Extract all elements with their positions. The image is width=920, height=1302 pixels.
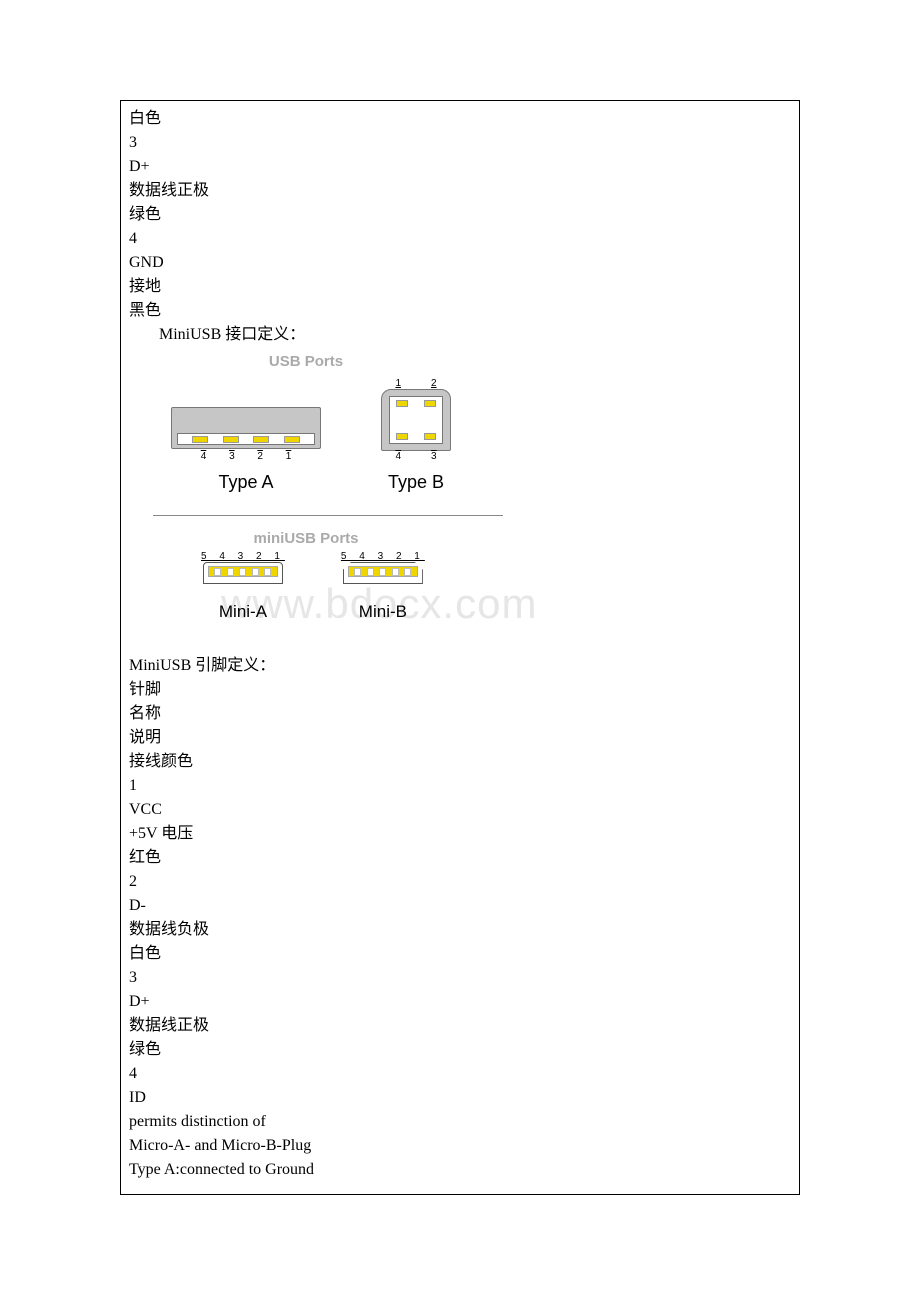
- text-line: D-: [129, 894, 791, 918]
- divider: [153, 515, 503, 516]
- text-line: 红色: [129, 846, 791, 870]
- text-line: permits distinction of: [129, 1110, 791, 1134]
- type-b-label: Type B: [388, 472, 444, 493]
- type-a-connector-icon: [171, 407, 321, 449]
- text-line: 白色: [129, 107, 791, 131]
- type-a-label: Type A: [218, 472, 273, 493]
- type-b-bottom-pin-numbers: 4 3: [395, 451, 436, 462]
- pin-number: 3: [431, 451, 437, 462]
- type-a-pin-numbers: 4 3 2 1: [178, 451, 314, 462]
- usb-type-a: 4 3 2 1 Type A: [171, 407, 321, 493]
- contact-pin-icon: [264, 568, 271, 576]
- text-line: GND: [129, 251, 791, 275]
- mini-a-connector-icon: [203, 562, 283, 584]
- section-heading: MiniUSB 引脚定义：: [129, 654, 791, 678]
- mini-b-label: Mini-B: [359, 602, 407, 622]
- contact-pin-icon: [227, 568, 234, 576]
- text-line: 接地: [129, 275, 791, 299]
- text-line: Micro-A- and Micro-B-Plug: [129, 1134, 791, 1158]
- text-line: VCC: [129, 798, 791, 822]
- contact-pin-icon: [392, 568, 399, 576]
- text-line: 接线颜色: [129, 750, 791, 774]
- type-b-top-pin-numbers: 1 2: [395, 378, 436, 389]
- usb-ports-heading: USB Ports: [141, 353, 471, 370]
- contact-pin-icon: [396, 433, 408, 440]
- contact-pin-icon: [367, 568, 374, 576]
- pin-number: 4: [395, 451, 401, 462]
- pin-number: 1: [395, 378, 401, 389]
- mini-b-connector-icon: [343, 562, 423, 584]
- text-line: 名称: [129, 702, 791, 726]
- text-line: 数据线负极: [129, 918, 791, 942]
- text-line: D+: [129, 990, 791, 1014]
- text-line: 针脚: [129, 678, 791, 702]
- contact-pin-icon: [379, 568, 386, 576]
- text-line: 3: [129, 966, 791, 990]
- text-line: 数据线正极: [129, 1014, 791, 1038]
- mini-usb-a: 5 4 3 2 1 Mini-A: [201, 551, 285, 622]
- text-line: 2: [129, 870, 791, 894]
- contact-pin-icon: [404, 568, 411, 576]
- miniusb-ports-heading: miniUSB Ports: [141, 530, 471, 547]
- text-line: 3: [129, 131, 791, 155]
- text-line: +5V 电压: [129, 822, 791, 846]
- pin-number: 4: [201, 451, 207, 462]
- contact-pin-icon: [252, 568, 259, 576]
- mini-usb-b: 5 4 3 2 1 Mini-B: [341, 551, 425, 622]
- text-line: 4: [129, 227, 791, 251]
- type-b-connector-icon: [381, 389, 451, 451]
- text-line: 1: [129, 774, 791, 798]
- text-line: 说明: [129, 726, 791, 750]
- contact-pin-icon: [192, 436, 208, 443]
- contact-pin-icon: [396, 400, 408, 407]
- text-line: Type A:connected to Ground: [129, 1158, 791, 1182]
- contact-pin-icon: [354, 568, 361, 576]
- mini-a-label: Mini-A: [219, 602, 267, 622]
- mini-b-pin-numbers: 5 4 3 2 1: [341, 551, 425, 562]
- text-line: 黑色: [129, 299, 791, 323]
- contact-pin-icon: [223, 436, 239, 443]
- document-frame: 白色 3 D+ 数据线正极 绿色 4 GND 接地 黑色 MiniUSB 接口定…: [120, 100, 800, 1195]
- section-title: MiniUSB 接口定义：: [129, 323, 791, 347]
- contact-pin-icon: [253, 436, 269, 443]
- contact-pin-icon: [239, 568, 246, 576]
- usb-type-b: 1 2 4 3: [381, 378, 451, 493]
- usb-ports-diagram: USB Ports 4 3 2 1: [129, 347, 791, 640]
- contact-pin-icon: [214, 568, 221, 576]
- pin-number: 2: [431, 378, 437, 389]
- pin-number: 3: [229, 451, 235, 462]
- text-line: D+: [129, 155, 791, 179]
- pin-number: 1: [286, 451, 292, 462]
- contact-pin-icon: [284, 436, 300, 443]
- text-line: ID: [129, 1086, 791, 1110]
- contact-pin-icon: [424, 400, 436, 407]
- text-line: 数据线正极: [129, 179, 791, 203]
- pin-number: 2: [257, 451, 263, 462]
- text-line: 白色: [129, 942, 791, 966]
- contact-pin-icon: [424, 433, 436, 440]
- text-line: 绿色: [129, 1038, 791, 1062]
- mini-a-pin-numbers: 5 4 3 2 1: [201, 551, 285, 562]
- text-line: 4: [129, 1062, 791, 1086]
- text-line: 绿色: [129, 203, 791, 227]
